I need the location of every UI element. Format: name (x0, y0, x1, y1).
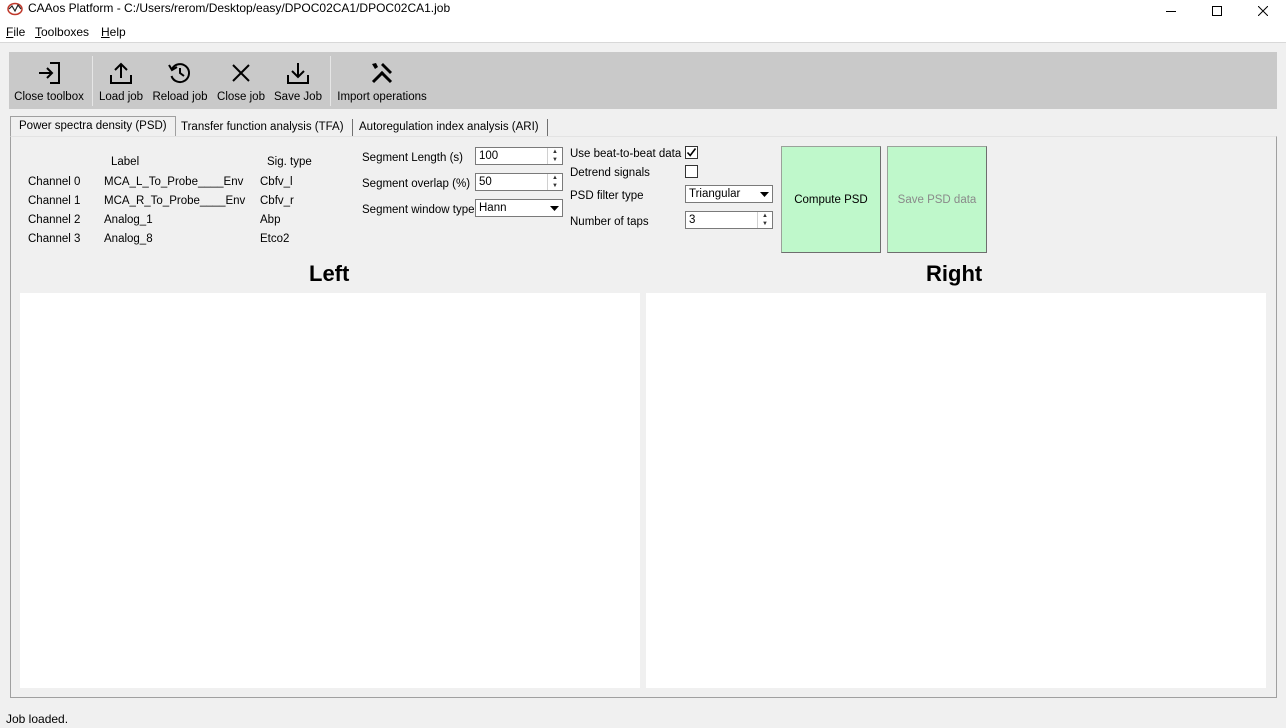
save-psd-data-label: Save PSD data (897, 193, 977, 206)
channel-label-header: Label (111, 156, 140, 168)
compute-psd-button[interactable]: Compute PSD (781, 146, 881, 253)
segment-overlap-label: Segment overlap (%) (362, 178, 471, 190)
right-plot-area[interactable] (646, 293, 1266, 688)
tools-icon (371, 63, 393, 84)
menu-bar: File Toolboxes Help (0, 22, 1286, 43)
tab-psd-label: Power spectra density (PSD) (19, 120, 167, 132)
spin-down-icon[interactable]: ▼ (548, 156, 562, 164)
maximize-button[interactable] (1194, 0, 1240, 22)
download-icon (287, 63, 309, 84)
num-taps-label: Number of taps (570, 216, 649, 228)
save-job-button[interactable]: Save Job (273, 52, 323, 109)
save-job-label: Save Job (274, 91, 322, 103)
close-job-button[interactable]: Close job (216, 52, 266, 109)
menu-file-label: ile (13, 25, 26, 39)
detrend-checkbox[interactable] (685, 165, 698, 178)
tab-ari-label: Autoregulation index analysis (ARI) (359, 121, 539, 133)
window-title: CAAos Platform - C:/Users/rerom/Desktop/… (28, 1, 451, 15)
close-job-label: Close job (217, 91, 265, 103)
title-bar: CAAos Platform - C:/Users/rerom/Desktop/… (0, 0, 1286, 22)
load-job-button[interactable]: Load job (97, 52, 145, 109)
tab-tfa-label: Transfer function analysis (TFA) (181, 121, 344, 133)
detrend-label: Detrend signals (570, 167, 650, 179)
history-icon (168, 63, 190, 84)
chevron-down-icon (756, 186, 772, 202)
x-icon (232, 64, 250, 82)
load-job-label: Load job (98, 91, 144, 103)
num-taps-value: 3 (689, 214, 696, 226)
close-icon (1258, 6, 1268, 16)
segment-length-spinbox[interactable]: 100 ▲ ▼ (475, 147, 563, 165)
app-logo-icon (7, 2, 23, 16)
psd-filter-label: PSD filter type (570, 190, 644, 202)
channel-sigtype: Etco2 (260, 233, 290, 245)
channel-label: Analog_8 (104, 233, 153, 245)
import-operations-button[interactable]: Import operations (336, 52, 428, 109)
exit-icon (39, 62, 60, 84)
reload-job-button[interactable]: Reload job (152, 52, 208, 109)
spin-up-icon[interactable]: ▲ (548, 174, 562, 182)
maximize-icon (1212, 6, 1222, 16)
right-plot-title: Right (926, 261, 983, 286)
channel-label: Analog_1 (104, 214, 153, 226)
menu-toolboxes[interactable]: Toolboxes (35, 25, 89, 39)
segment-length-label: Segment Length (s) (362, 152, 464, 164)
channel-name: Channel 3 (28, 233, 81, 245)
channel-sigtype: Abp (260, 214, 281, 226)
menu-help-mnemonic: H (101, 25, 110, 39)
upload-icon (110, 62, 132, 84)
status-message: Job loaded. (6, 712, 69, 726)
menu-help-label: elp (109, 25, 126, 39)
tab-psd[interactable]: Power spectra density (PSD) (10, 116, 176, 137)
channel-name: Channel 1 (28, 195, 81, 207)
segment-overlap-spinbox[interactable]: 50 ▲ ▼ (475, 173, 563, 191)
beat-to-beat-checkbox[interactable] (685, 146, 698, 159)
chevron-down-icon (546, 200, 562, 216)
channel-name: Channel 2 (28, 214, 81, 226)
psd-filter-select[interactable]: Triangular (685, 185, 773, 203)
channel-sigtype-header: Sig. type (267, 156, 312, 168)
import-operations-label: Import operations (337, 91, 427, 103)
spin-down-icon[interactable]: ▼ (758, 220, 772, 228)
toolbar-divider (330, 56, 331, 106)
segment-window-label: Segment window type (362, 204, 475, 216)
tab-tfa[interactable]: Transfer function analysis (TFA) (173, 119, 353, 136)
psd-filter-value: Triangular (689, 188, 741, 200)
left-plot-area[interactable] (20, 293, 640, 688)
compute-psd-label: Compute PSD (794, 193, 868, 206)
segment-window-select[interactable]: Hann (475, 199, 563, 217)
minimize-icon (1166, 11, 1176, 12)
segment-length-value: 100 (479, 150, 499, 162)
channel-label: MCA_L_To_Probe____Env (104, 176, 244, 188)
spin-arrows[interactable]: ▲ ▼ (547, 174, 562, 190)
save-psd-data-button[interactable]: Save PSD data (887, 146, 987, 253)
num-taps-spinbox[interactable]: 3 ▲ ▼ (685, 211, 773, 229)
spin-arrows[interactable]: ▲ ▼ (757, 212, 772, 228)
channel-sigtype: Cbfv_l (260, 176, 293, 188)
spin-down-icon[interactable]: ▼ (548, 182, 562, 190)
close-toolbox-button[interactable]: Close toolbox (14, 52, 84, 109)
left-plot-title: Left (309, 261, 350, 286)
menu-file[interactable]: File (6, 25, 25, 39)
channel-name: Channel 0 (28, 176, 81, 188)
close-window-button[interactable] (1240, 0, 1286, 22)
beat-to-beat-label: Use beat-to-beat data (570, 148, 682, 160)
segment-overlap-value: 50 (479, 176, 492, 188)
channel-label: MCA_R_To_Probe____Env (104, 195, 246, 207)
checkmark-icon (686, 148, 697, 157)
menu-toolboxes-label: oolboxes (41, 25, 90, 39)
toolbar-divider (92, 56, 93, 106)
status-bar: Job loaded. (0, 708, 1286, 728)
spin-up-icon[interactable]: ▲ (758, 212, 772, 220)
spin-arrows[interactable]: ▲ ▼ (547, 148, 562, 164)
spin-up-icon[interactable]: ▲ (548, 148, 562, 156)
segment-window-value: Hann (479, 202, 507, 214)
channel-sigtype: Cbfv_r (260, 195, 294, 207)
toolbar: Close toolbox Load job Reload job Close … (9, 52, 1277, 109)
minimize-button[interactable] (1148, 0, 1194, 22)
tab-ari[interactable]: Autoregulation index analysis (ARI) (351, 119, 548, 136)
reload-job-label: Reload job (152, 91, 208, 103)
close-toolbox-label: Close toolbox (14, 91, 84, 103)
menu-help[interactable]: Help (101, 25, 126, 39)
